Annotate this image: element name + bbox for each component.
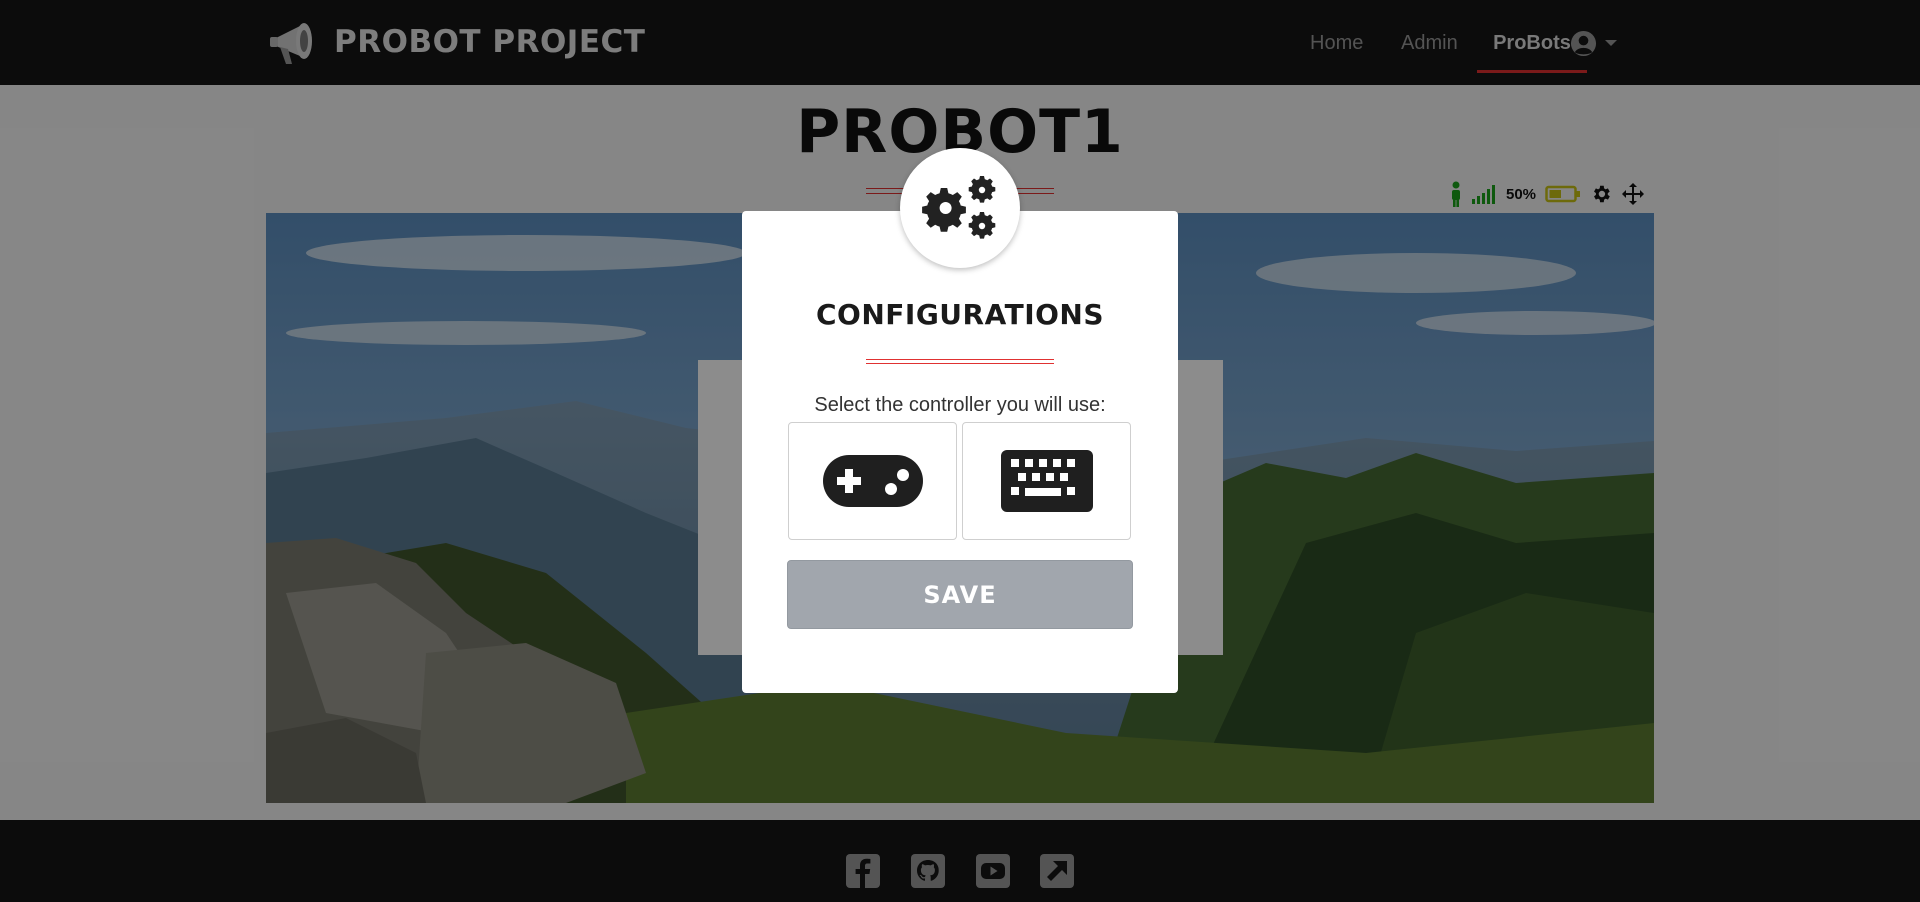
gamepad-option-button[interactable]: [788, 422, 957, 540]
save-button[interactable]: SAVE: [787, 560, 1133, 629]
modal-prompt: Select the controller you will use:: [814, 394, 1106, 416]
gears-icon: [922, 176, 996, 239]
modal-title: CONFIGURATIONS: [815, 298, 1105, 331]
configurations-modal: CONFIGURATIONS Select the controller you…: [742, 148, 1178, 693]
modal-icon-badge: [900, 148, 1020, 268]
keyboard-option-button[interactable]: [962, 422, 1131, 540]
modal-title-underline: [866, 359, 1054, 364]
keyboard-icon: [1000, 450, 1093, 512]
gamepad-icon: [822, 455, 923, 507]
